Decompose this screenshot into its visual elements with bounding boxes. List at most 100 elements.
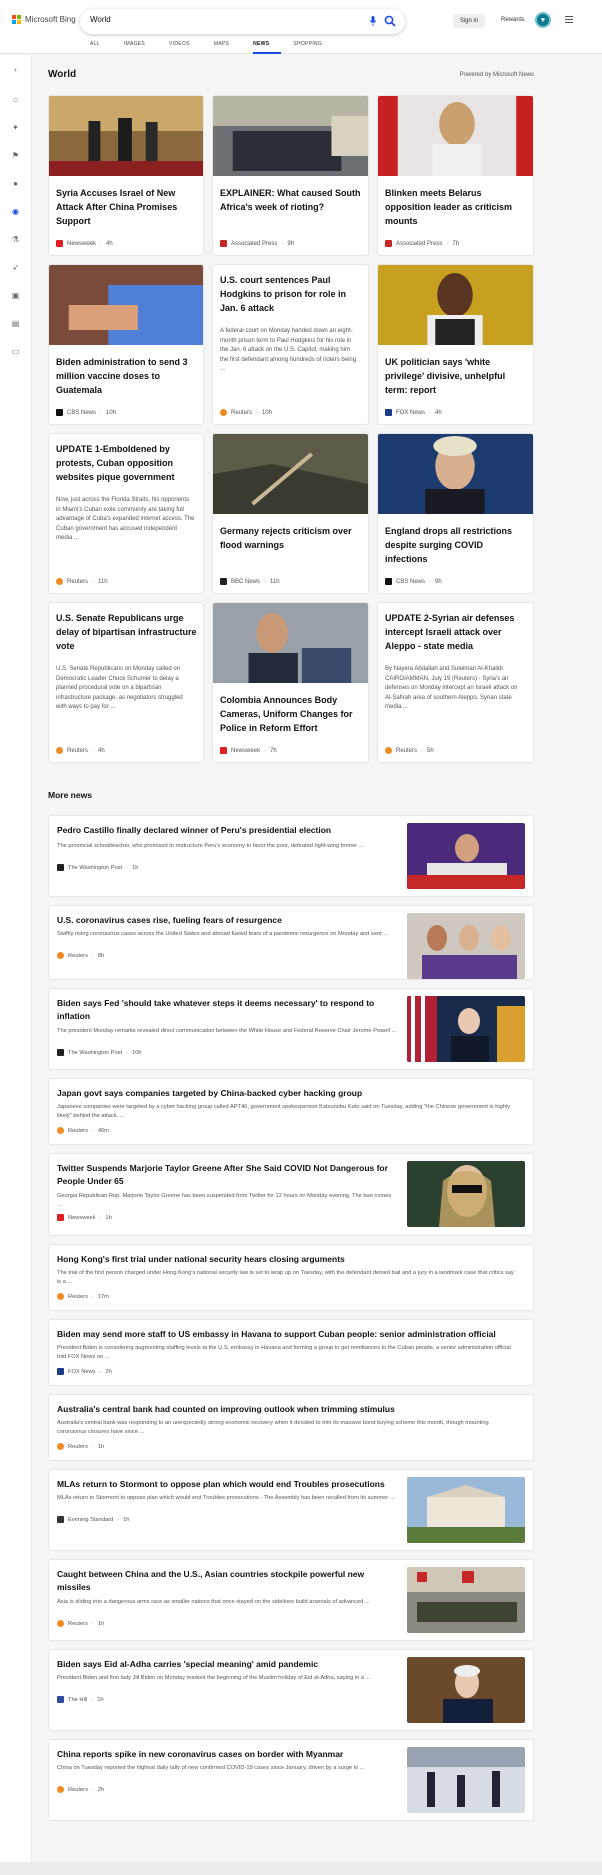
- item-title[interactable]: Australia's central bank had counted on …: [57, 1403, 517, 1416]
- item-snippet: The president Monday remarks revealed di…: [57, 1028, 397, 1034]
- tab-videos[interactable]: VIDEOS: [169, 41, 202, 54]
- news-card[interactable]: England drops all restrictions despite s…: [377, 433, 534, 594]
- more-news-item[interactable]: China reports spike in new coronavirus c…: [48, 1739, 534, 1821]
- card-source: Associated Press · 9h: [220, 240, 294, 247]
- news-card[interactable]: Syria Accuses Israel of New Attack After…: [48, 95, 204, 256]
- item-source: Newsweek · 1h: [57, 1214, 112, 1221]
- item-title[interactable]: U.S. coronavirus cases rise, fueling fea…: [57, 914, 397, 927]
- card-title[interactable]: EXPLAINER: What caused South Africa's we…: [220, 186, 362, 214]
- search-icon[interactable]: [384, 15, 396, 27]
- search-box[interactable]: [80, 9, 405, 34]
- card-title[interactable]: Germany rejects criticism over flood war…: [220, 524, 362, 552]
- tab-maps[interactable]: MAPS: [214, 41, 241, 54]
- news-card[interactable]: UK politician says 'white privilege' div…: [377, 264, 534, 425]
- location-pin-icon[interactable]: ●: [11, 179, 20, 188]
- expand-chevron-icon[interactable]: ›: [11, 65, 20, 74]
- card-icon[interactable]: ▭: [11, 347, 20, 356]
- reuters-logo-icon: [57, 1620, 64, 1627]
- hamburger-menu-icon[interactable]: [565, 16, 573, 25]
- card-source: CBS News · 9h: [385, 578, 442, 585]
- flask-icon[interactable]: ⚗: [11, 235, 20, 244]
- fox-news-logo-icon: [57, 1368, 64, 1375]
- item-source: Reuters · 1h: [57, 1620, 104, 1627]
- more-news-item[interactable]: Caught between China and the U.S., Asian…: [48, 1559, 534, 1641]
- globe-icon[interactable]: ◉: [11, 207, 20, 216]
- item-title[interactable]: Biden says Fed 'should take whatever ste…: [57, 997, 397, 1023]
- home-icon[interactable]: ⌂: [11, 95, 20, 104]
- item-title[interactable]: China reports spike in new coronavirus c…: [57, 1748, 397, 1761]
- tab-news[interactable]: NEWS: [253, 41, 282, 54]
- more-news-item[interactable]: MLAs return to Stormont to oppose plan w…: [48, 1469, 534, 1551]
- briefcase-icon[interactable]: ▤: [11, 319, 20, 328]
- card-title[interactable]: Syria Accuses Israel of New Attack After…: [56, 186, 197, 228]
- bing-logo[interactable]: Microsoft Bing: [12, 15, 76, 24]
- news-card[interactable]: EXPLAINER: What caused South Africa's we…: [212, 95, 369, 256]
- more-news-item[interactable]: Biden says Fed 'should take whatever ste…: [48, 988, 534, 1070]
- news-card[interactable]: Germany rejects criticism over flood war…: [212, 433, 369, 594]
- news-card[interactable]: U.S. Senate Republicans urge delay of bi…: [48, 602, 204, 763]
- evening-standard-logo-icon: [57, 1516, 64, 1523]
- card-title[interactable]: UK politician says 'white privilege' div…: [385, 355, 527, 397]
- card-title[interactable]: U.S. court sentences Paul Hodgkins to pr…: [220, 273, 362, 315]
- card-title[interactable]: Biden administration to send 3 million v…: [56, 355, 197, 397]
- news-thumbnail: [407, 1161, 525, 1227]
- card-title[interactable]: UPDATE 2-Syrian air defenses intercept I…: [385, 611, 527, 653]
- tab-shopping[interactable]: SHOPPING: [293, 41, 334, 54]
- news-card[interactable]: Colombia Announces Body Cameras, Uniform…: [212, 602, 369, 763]
- card-title[interactable]: England drops all restrictions despite s…: [385, 524, 527, 566]
- item-source: Reuters · 17m: [57, 1293, 109, 1300]
- newsweek-logo-icon: [57, 1214, 64, 1221]
- more-news-item[interactable]: Twitter Suspends Marjorie Taylor Greene …: [48, 1153, 534, 1236]
- sign-in-button[interactable]: Sign in: [453, 14, 485, 28]
- news-card[interactable]: UPDATE 2-Syrian air defenses intercept I…: [377, 602, 534, 763]
- more-news-item[interactable]: Hong Kong's first trial under national s…: [48, 1244, 534, 1311]
- news-card[interactable]: Biden administration to send 3 million v…: [48, 264, 204, 425]
- fox-news-logo-icon: [385, 409, 392, 416]
- microphone-icon[interactable]: [369, 16, 377, 26]
- more-news-item[interactable]: U.S. coronavirus cases rise, fueling fea…: [48, 905, 534, 980]
- news-card[interactable]: UPDATE 1-Emboldened by protests, Cuban o…: [48, 433, 204, 594]
- flag-icon[interactable]: ⚑: [11, 151, 20, 160]
- news-card[interactable]: U.S. court sentences Paul Hodgkins to pr…: [212, 264, 369, 425]
- card-title[interactable]: UPDATE 1-Emboldened by protests, Cuban o…: [56, 442, 197, 484]
- tab-images[interactable]: IMAGES: [124, 41, 157, 54]
- rewards-heart-icon[interactable]: ♥: [535, 12, 551, 28]
- more-news-item[interactable]: Biden may send more staff to US embassy …: [48, 1319, 534, 1386]
- header-bar: Microsoft Bing Sign in Rewards ♥ ALL IMA…: [0, 0, 602, 54]
- card-title[interactable]: U.S. Senate Republicans urge delay of bi…: [56, 611, 197, 653]
- item-title[interactable]: Pedro Castillo finally declared winner o…: [57, 824, 397, 837]
- section-title-world: World: [48, 69, 77, 80]
- film-icon[interactable]: ▣: [11, 291, 20, 300]
- more-news-item[interactable]: Japan govt says companies targeted by Ch…: [48, 1078, 534, 1145]
- item-title[interactable]: Biden may send more staff to US embassy …: [57, 1328, 527, 1341]
- item-title[interactable]: Biden says Eid al-Adha carries 'special …: [57, 1658, 397, 1671]
- more-news-item[interactable]: Australia's central bank had counted on …: [48, 1394, 534, 1461]
- microsoft-logo-icon: [12, 15, 21, 24]
- item-title[interactable]: Japan govt says companies targeted by Ch…: [57, 1087, 517, 1100]
- item-snippet: The trial of the first person charged un…: [57, 1270, 514, 1285]
- tab-all[interactable]: ALL: [90, 41, 112, 54]
- news-thumbnail: [378, 96, 533, 176]
- more-news-item[interactable]: Biden says Eid al-Adha carries 'special …: [48, 1649, 534, 1731]
- left-rail: › ⌂ ✦ ⚑ ● ◉ ⚗ ➶ ▣ ▤ ▭: [0, 55, 32, 1875]
- rocket-icon[interactable]: ➶: [11, 263, 20, 272]
- item-title[interactable]: Hong Kong's first trial under national s…: [57, 1253, 517, 1266]
- more-news-item[interactable]: Pedro Castillo finally declared winner o…: [48, 815, 534, 897]
- search-input[interactable]: [90, 15, 330, 24]
- card-snippet: Now, just across the Florida Straits, hi…: [56, 497, 195, 541]
- item-title[interactable]: Twitter Suspends Marjorie Taylor Greene …: [57, 1162, 397, 1188]
- item-snippet: Georgia Republican Rep. Marjorie Taylor …: [57, 1193, 392, 1208]
- news-card[interactable]: Blinken meets Belarus opposition leader …: [377, 95, 534, 256]
- news-thumbnail: [407, 823, 525, 889]
- rewards-link[interactable]: Rewards: [501, 17, 525, 23]
- card-title[interactable]: Blinken meets Belarus opposition leader …: [385, 186, 527, 228]
- reuters-logo-icon: [385, 747, 392, 754]
- item-title[interactable]: Caught between China and the U.S., Asian…: [57, 1568, 397, 1594]
- item-title[interactable]: MLAs return to Stormont to oppose plan w…: [57, 1478, 397, 1491]
- item-snippet: MLAs return to Stormont to oppose plan w…: [57, 1495, 395, 1501]
- reuters-logo-icon: [56, 578, 63, 585]
- reuters-logo-icon: [57, 952, 64, 959]
- topics-icon[interactable]: ✦: [11, 123, 20, 132]
- card-title[interactable]: Colombia Announces Body Cameras, Uniform…: [220, 693, 362, 735]
- brand-label: Microsoft Bing: [25, 15, 76, 24]
